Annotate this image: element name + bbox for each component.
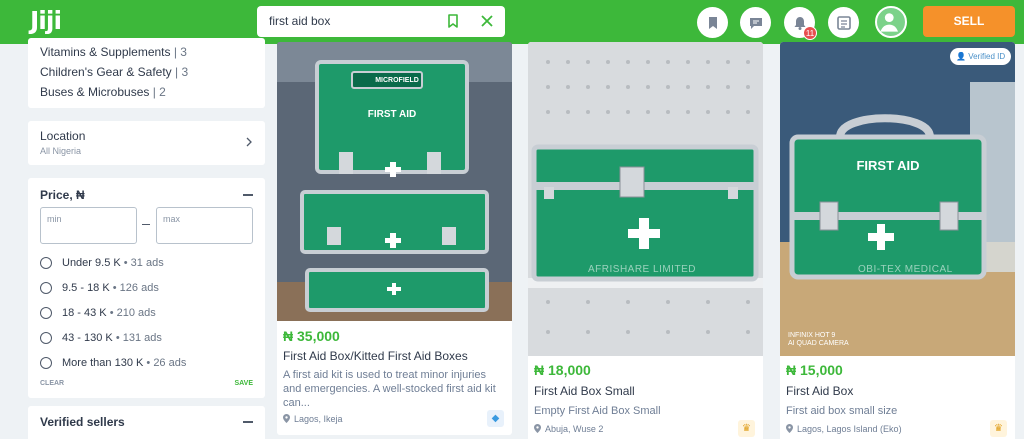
category-item[interactable]: Buses & Microbuses | 2 [40, 85, 166, 99]
search-box[interactable]: first aid box [257, 6, 505, 37]
first-aid-box-photo: FIRST AID [780, 42, 1015, 356]
first-aid-text: FIRST AID [368, 109, 417, 120]
bookmark-search-icon[interactable] [445, 13, 461, 29]
chat-icon [749, 17, 762, 29]
clear-button[interactable]: CLEAR [40, 380, 64, 387]
chevron-right-icon [246, 137, 252, 147]
radio-button[interactable] [40, 357, 52, 369]
listing-title[interactable]: First Aid Box Small [534, 384, 635, 398]
range-dash [142, 224, 150, 225]
listing-image[interactable]: AFRISHARE LIMITED [528, 42, 763, 356]
user-avatar[interactable] [875, 6, 907, 38]
list-icon [836, 15, 851, 30]
diamond-icon: ◆ [487, 410, 504, 427]
listing-image[interactable]: FIRST AID 👤 Verified ID OBI-TEX MEDICAL … [780, 42, 1015, 356]
listing-description: A first aid kit is used to treat minor i… [283, 369, 496, 409]
my-adverts-button[interactable] [828, 7, 859, 38]
radio-button[interactable] [40, 257, 52, 269]
bookmark-icon [708, 16, 717, 29]
category-item[interactable]: Children's Gear & Safety | 3 [40, 65, 188, 79]
messages-button[interactable] [740, 7, 771, 38]
camera-watermark: INFINIX HOT 9 AI QUAD CAMERA [788, 332, 849, 347]
user-icon [880, 13, 898, 32]
jiji-logo[interactable]: Jiji [30, 6, 62, 35]
listing-location: Abuja, Wuse 2 [534, 424, 603, 434]
sell-button[interactable]: SELL [923, 6, 1015, 37]
radio-button[interactable] [40, 307, 52, 319]
listing-image[interactable]: MICROFIELD FIRST AID [277, 42, 512, 321]
listing-title[interactable]: First Aid Box [786, 384, 853, 398]
image-watermark: AFRISHARE LIMITED [588, 264, 696, 275]
price-min-input[interactable]: min [40, 207, 137, 244]
listing-location: Lagos, Lagos Island (Eko) [786, 424, 902, 434]
first-aid-box-photo [528, 42, 763, 356]
radio-button[interactable] [40, 282, 52, 294]
radio-button[interactable] [40, 332, 52, 344]
listing-title[interactable]: First Aid Box/Kitted First Aid Boxes [283, 349, 468, 363]
location-pin-icon [534, 424, 541, 433]
price-filter-title: Price, ₦ [40, 188, 85, 202]
brand-text: MICROFIELD [375, 77, 419, 84]
saved-button[interactable] [697, 7, 728, 38]
listing-location: Lagos, Ikeja [283, 414, 343, 424]
listing-description: First aid box small size [786, 405, 898, 417]
price-max-input[interactable]: max [156, 207, 253, 244]
listing-description: Empty First Aid Box Small [534, 405, 661, 417]
crown-icon: ♛ [738, 420, 755, 437]
location-label: Location [40, 129, 86, 143]
category-list: Vitamins & Supplements | 3 Children's Ge… [28, 38, 265, 108]
listing-price: ₦ 15,000 [786, 362, 843, 378]
location-pin-icon [283, 414, 290, 423]
verified-user-icon: 👤 [956, 52, 966, 61]
image-watermark: OBI-TEX MEDICAL [858, 264, 953, 275]
location-pin-icon [786, 424, 793, 433]
verified-sellers-title: Verified sellers [40, 415, 125, 429]
location-filter[interactable]: Location All Nigeria [28, 121, 265, 165]
verified-sellers-filter: Verified sellers [28, 406, 265, 439]
price-filter: Price, ₦ min max Under 9.5 K • 31 ads 9.… [28, 178, 265, 398]
crown-icon: ♛ [990, 420, 1007, 437]
listing-card[interactable]: AFRISHARE LIMITED ₦ 18,000 First Aid Box… [528, 42, 763, 439]
category-item[interactable]: Vitamins & Supplements | 3 [40, 45, 187, 59]
collapse-icon[interactable] [243, 194, 253, 196]
clear-search-icon[interactable] [479, 13, 495, 29]
listing-price: ₦ 35,000 [283, 328, 340, 344]
listing-card[interactable]: FIRST AID 👤 Verified ID OBI-TEX MEDICAL … [780, 42, 1015, 439]
first-aid-box-photo: MICROFIELD FIRST AID [277, 42, 512, 321]
notification-count-badge: 11 [803, 26, 817, 40]
listing-price: ₦ 18,000 [534, 362, 591, 378]
collapse-icon[interactable] [243, 421, 253, 423]
location-value: All Nigeria [40, 146, 82, 156]
first-aid-text: FIRST AID [856, 158, 919, 173]
listing-card[interactable]: MICROFIELD FIRST AID ₦ 35,000 First Aid … [277, 42, 512, 435]
verified-id-badge: 👤 Verified ID [950, 48, 1012, 65]
save-button[interactable]: SAVE [234, 380, 253, 387]
search-input[interactable]: first aid box [269, 14, 330, 28]
